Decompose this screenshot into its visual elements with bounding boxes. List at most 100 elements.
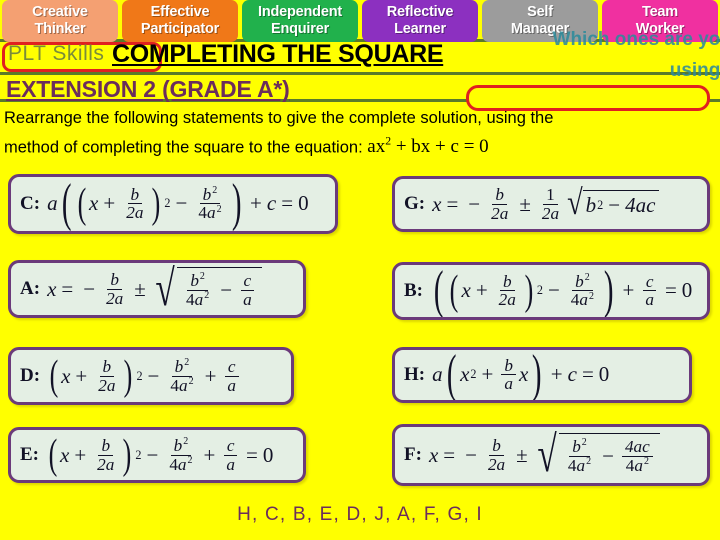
radical-icon: √ <box>567 183 583 223</box>
fraction-numerator: b <box>501 357 516 376</box>
num-4: 4 <box>567 455 577 475</box>
fraction-numerator: b <box>98 437 114 456</box>
plt-tab-label-line2: Learner <box>394 21 446 37</box>
formula-card-label: D: <box>20 365 41 386</box>
subtitle: EXTENSION 2 (GRADE A*) <box>6 76 290 102</box>
op-plus: + <box>550 362 563 387</box>
num-zero: 0 <box>598 362 610 387</box>
paren-open-inner: ( <box>77 180 87 227</box>
sym-b: b <box>174 356 184 376</box>
op-plus: + <box>204 363 217 388</box>
exponent-2: 2 <box>581 437 587 449</box>
fraction-4ac-over-4a2: 4ac 4a2 <box>621 438 653 475</box>
op-equals: = <box>443 442 456 467</box>
exponent-2: 2 <box>184 357 190 369</box>
plt-tab-label-line1: Effective <box>150 4 210 20</box>
answer-sequence: H, C, B, E, D, J, A, F, G, I <box>237 504 483 525</box>
formula-card-label: B: <box>404 280 423 301</box>
formula-card-label: H: <box>404 364 426 385</box>
fraction-b-over-2a: b 2a <box>94 437 117 473</box>
paren-open-inner: ( <box>48 431 58 478</box>
plt-tab-label-line2: Thinker <box>34 21 86 37</box>
fraction-denominator: 2a <box>98 375 116 395</box>
sym-x: x <box>60 442 70 467</box>
fraction-denominator: 2a <box>106 288 124 308</box>
plt-tab-independent-enquirer[interactable]: Independent Enquirer <box>242 0 358 42</box>
num-4: 4 <box>186 289 195 309</box>
op-equals: = <box>446 191 459 216</box>
op-minus: − <box>147 363 160 388</box>
formula-card-h[interactable]: H: a ( x2 + b a x ) + c = 0 <box>392 347 692 403</box>
exponent-2: 2 <box>135 447 142 462</box>
formula-card-a[interactable]: A: x = − b 2a ± √ b2 4a2 − c a <box>8 260 306 318</box>
plt-tab-effective-participator[interactable]: Effective Participator <box>122 0 238 42</box>
formula-expression-e: ( x + b 2a ) 2 − b2 4a2 + c a = 0 <box>46 431 274 478</box>
exponent-2: 2 <box>586 455 592 467</box>
plt-skills-banner: Creative Thinker Effective Participator … <box>0 0 720 42</box>
op-equals: = <box>581 362 594 387</box>
sym-a: a <box>634 455 643 475</box>
plt-tab-team-worker[interactable]: Team Worker <box>602 0 718 42</box>
fraction-b2-over-4a2: b2 4a2 <box>565 438 594 474</box>
op-plus-minus: ± <box>516 442 528 467</box>
plt-tab-label-line1: Self <box>527 4 553 20</box>
formula-card-f[interactable]: F: x = − b 2a ± √ b2 4a2 − 4ac 4a2 <box>392 424 710 486</box>
paren-close-outer: ) <box>603 262 614 320</box>
fraction-numerator: c <box>642 273 657 292</box>
fraction-b2-over-4a2: b2 4a2 <box>568 273 597 309</box>
paren-open-inner: ( <box>450 267 459 314</box>
formula-card-g[interactable]: G: x = − b 2a ± 1 2a √ b2 − 4ac <box>392 176 710 232</box>
sym-x: x <box>518 362 529 387</box>
num-zero: 0 <box>681 278 693 303</box>
formula-card-b[interactable]: B: ( ( x + b 2a ) 2 − b2 4a2 ) + c a = 0 <box>392 262 710 320</box>
op-plus-minus: ± <box>134 276 146 301</box>
fraction-numerator: b <box>127 186 143 205</box>
radical-icon: √ <box>155 260 175 317</box>
fraction-denominator: 2a <box>498 290 516 310</box>
answer-entry-box[interactable] <box>466 85 710 111</box>
formula-card-label: C: <box>20 193 41 214</box>
exponent-2: 2 <box>584 272 590 284</box>
sym-b: b <box>190 270 199 290</box>
radical-icon: √ <box>537 426 557 483</box>
fraction-b-over-2a: b 2a <box>496 273 519 309</box>
radical-group: √ b2 − 4ac <box>567 185 660 221</box>
inner-paren-group: ( x + b 2a ) <box>46 431 134 478</box>
fraction-denominator: 4a2 <box>565 455 594 475</box>
page-title: COMPLETING THE SQUARE <box>112 40 444 68</box>
sym-b: b <box>575 271 584 291</box>
fraction-numerator: b2 <box>187 272 208 291</box>
plt-tab-reflective-learner[interactable]: Reflective Learner <box>362 0 478 42</box>
equation-rest: + bx + c = 0 <box>395 136 489 158</box>
exponent-2: 2 <box>470 367 477 382</box>
formula-expression-b: ( ( x + b 2a ) 2 − b2 4a2 ) + c a = 0 <box>430 262 693 320</box>
op-plus: + <box>622 278 635 303</box>
instructions-text: Rearrange the following statements to gi… <box>4 106 704 159</box>
paren-close-inner: ) <box>524 267 534 314</box>
equation-ax: ax <box>367 136 386 158</box>
num-zero: 0 <box>298 191 309 216</box>
fraction-numerator: b <box>499 273 515 292</box>
plt-tab-label-line2: Enquirer <box>270 21 330 37</box>
op-plus-minus: ± <box>519 191 531 216</box>
sym-a: a <box>579 290 589 310</box>
fraction-numerator: c <box>224 358 239 377</box>
formula-card-c[interactable]: C: a ( ( x + b 2a ) 2 − b2 4a2 ) + c = 0 <box>8 174 338 234</box>
op-minus: − <box>608 192 621 217</box>
num-4: 4 <box>169 454 178 474</box>
sym-a: a <box>432 362 443 387</box>
sym-a: a <box>177 454 187 474</box>
op-plus: + <box>74 442 87 467</box>
fraction-numerator: b2 <box>569 438 590 457</box>
formula-card-d[interactable]: D: ( x + b 2a ) 2 − b2 4a2 + c a <box>8 347 294 405</box>
radical-body: b2 − 4ac <box>582 189 660 218</box>
formula-card-e[interactable]: E: ( x + b 2a ) 2 − b2 4a2 + c a = 0 <box>8 427 306 483</box>
plt-tab-creative-thinker[interactable]: Creative Thinker <box>2 0 118 42</box>
fraction-denominator: a <box>226 454 235 474</box>
plt-tab-self-manager[interactable]: Self Manager <box>482 0 598 42</box>
paren-open-outer: ( <box>61 174 72 233</box>
sym-x: x <box>460 362 470 387</box>
formula-card-label: A: <box>20 278 41 299</box>
fraction-b-over-2a: b 2a <box>95 358 118 394</box>
exponent-2: 2 <box>136 368 143 383</box>
